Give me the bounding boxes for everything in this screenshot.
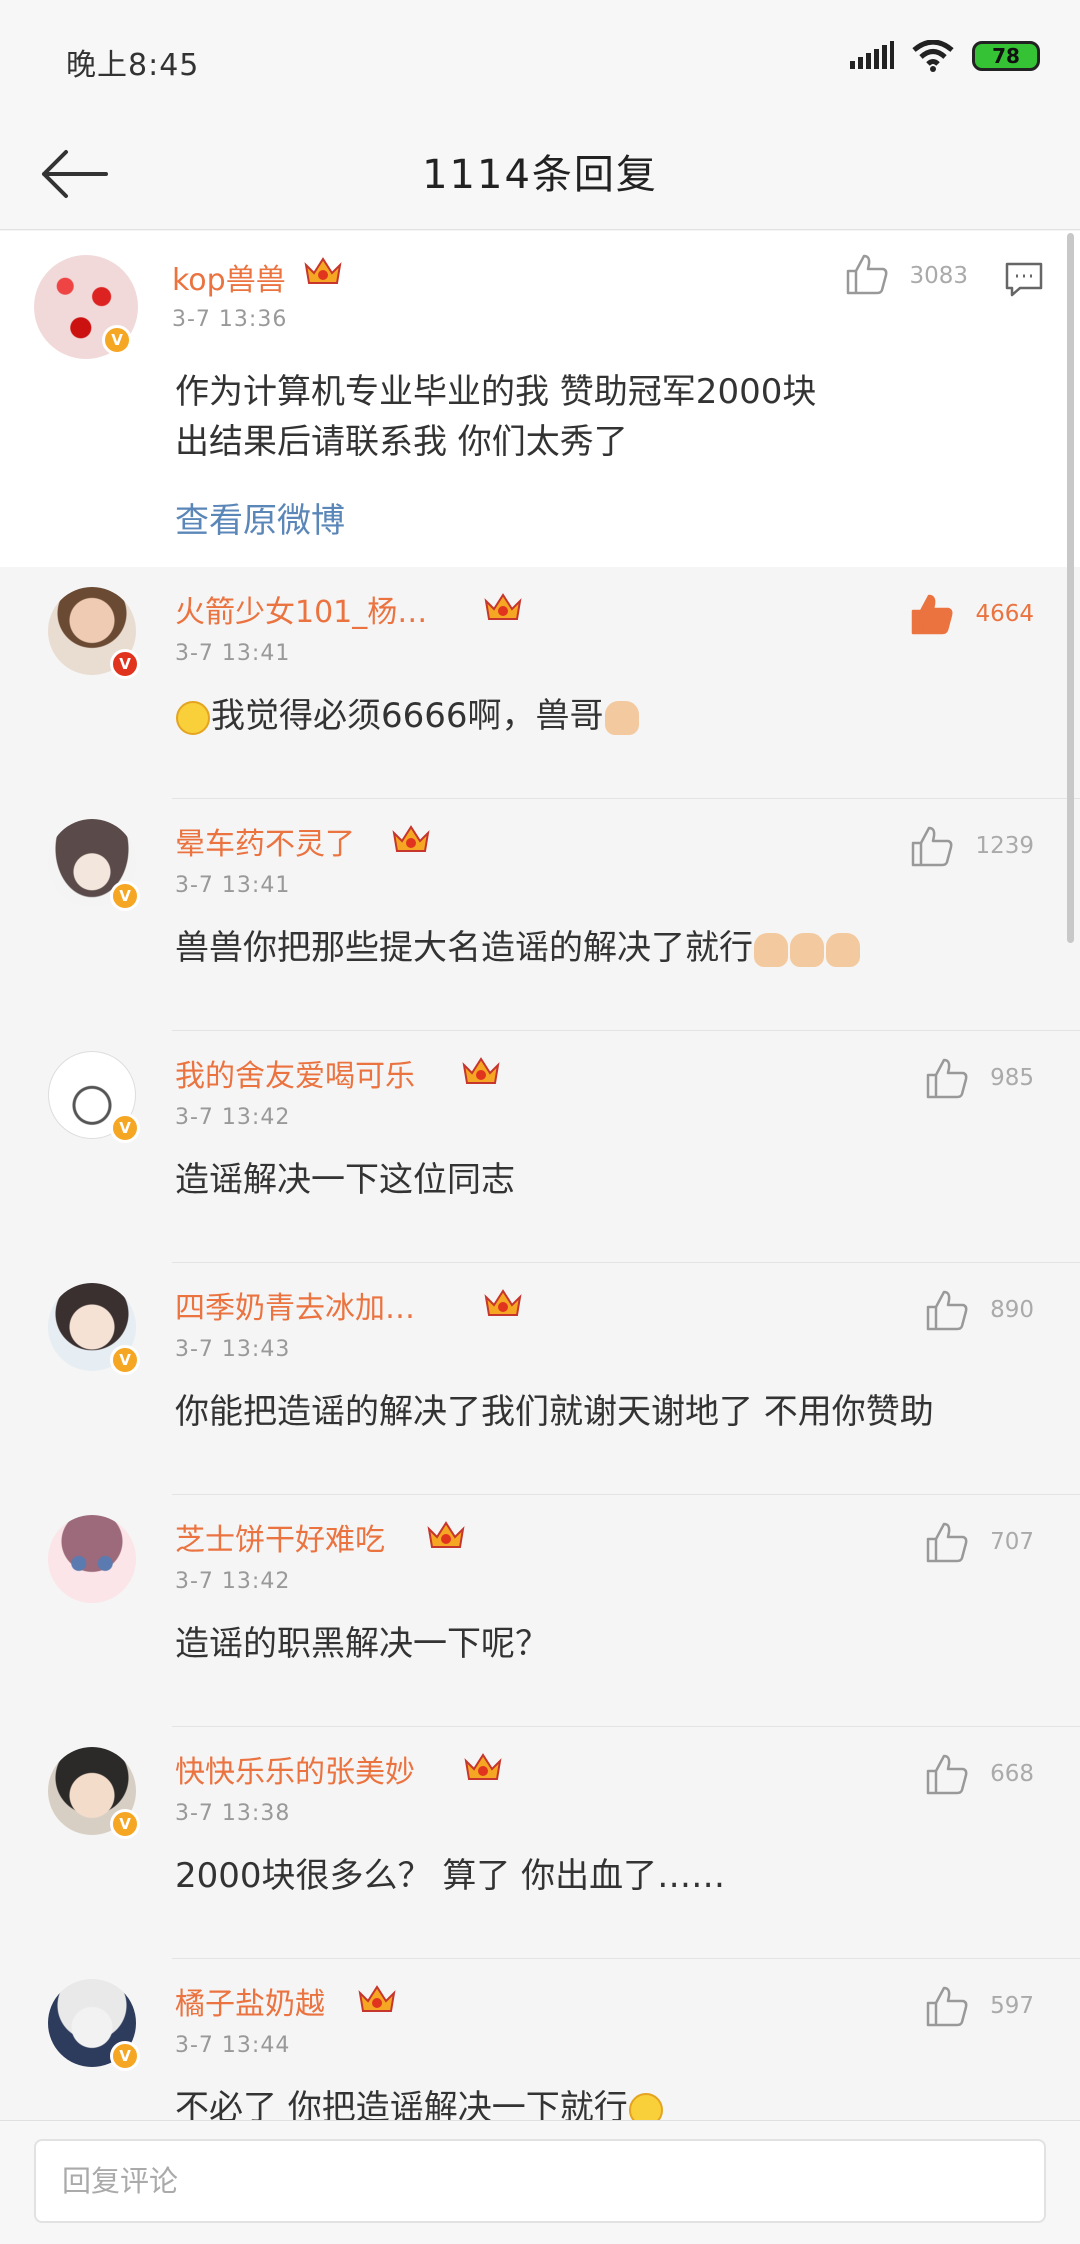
username[interactable]: 火箭少女101_杨… (175, 587, 427, 631)
comment-content: 我觉得必须6666啊，兽哥 (175, 691, 640, 741)
timestamp: 3-7 13:44 (175, 2033, 291, 2058)
battery-icon: 78 (972, 41, 1040, 71)
timestamp: 3-7 13:42 (175, 1569, 291, 1594)
page-title: 1114条回复 (422, 152, 658, 198)
emoji-icon (176, 700, 210, 735)
reply-input-bar (0, 2120, 1080, 2244)
like-count: 890 (990, 1297, 1034, 1323)
comment-text: 不必了 你把造谣解决一下就行 (175, 2088, 628, 2120)
comment-text: 兽兽你把那些提大名造谣的解决了就行 (175, 928, 753, 968)
verified-badge-icon: V (110, 2041, 140, 2071)
status-icons: 78 (850, 40, 1040, 72)
reply-item: V 晕车药不灵了 3-7 13:41 1239 兽兽你把那些提大名造谣的解决了就… (0, 799, 1080, 1031)
reply-item: 芝士饼干好难吃 3-7 13:42 707 造谣的职黑解决一下呢？ (0, 1495, 1080, 1727)
like-count: 985 (990, 1065, 1034, 1091)
reply-list[interactable]: V kop兽兽 3-7 13:36 3083 作为计算机专业毕业的我 赞助冠军2… (0, 231, 1080, 2120)
status-bar: 晚上8:45 78 (0, 0, 1080, 120)
comment-line: 作为计算机专业毕业的我 赞助冠军2000块 (175, 372, 817, 412)
comment-content: 兽兽你把那些提大名造谣的解决了就行 (175, 923, 861, 973)
username[interactable]: kop兽兽 (172, 255, 286, 299)
comment-icon[interactable] (1004, 261, 1044, 297)
comment-text: 我觉得必须6666啊，兽哥 (211, 696, 604, 736)
crown-icon (484, 593, 522, 620)
ok-hand-emoji-icon (604, 700, 639, 735)
reply-input[interactable] (34, 2139, 1046, 2223)
username[interactable]: 我的舍友爱喝可乐 (175, 1051, 415, 1095)
comment-text: 2000块很多么？ 算了 你出血了…… (175, 1856, 726, 1896)
like-count: 3083 (909, 263, 968, 289)
username[interactable]: 快快乐乐的张美妙 (175, 1747, 415, 1791)
avatar[interactable] (48, 1515, 136, 1603)
crown-icon (392, 825, 430, 852)
smile-emoji-icon (628, 2092, 663, 2120)
like-count: 1239 (975, 833, 1034, 859)
battery-level: 78 (992, 44, 1020, 68)
view-original-link[interactable]: 查看原微博 (175, 493, 345, 542)
scrollbar[interactable] (1067, 233, 1074, 943)
timestamp: 3-7 13:38 (175, 1801, 291, 1826)
verified-badge-icon: V (102, 325, 132, 355)
reply-item: V 四季奶青去冰加… 3-7 13:43 890 你能把造谣的解决了我们就谢天谢… (0, 1263, 1080, 1495)
reply-item: V 火箭少女101_杨… 3-7 13:41 4664 我觉得必须6666啊，兽… (0, 567, 1080, 799)
comment-content: 2000块很多么？ 算了 你出血了…… (175, 1851, 725, 1901)
username[interactable]: 芝士饼干好难吃 (175, 1515, 385, 1559)
crown-icon (462, 1057, 500, 1084)
verified-badge-icon: V (110, 881, 140, 911)
comment-content: 造谣解决一下这位同志 (175, 1155, 515, 1205)
like-count: 668 (990, 1761, 1034, 1787)
signal-icon (850, 41, 894, 69)
comment-line: 出结果后请联系我 你们太秀了 (175, 422, 628, 462)
like-count: 707 (990, 1529, 1034, 1555)
crown-icon (358, 1985, 396, 2012)
verified-badge-icon: V (110, 649, 140, 679)
verified-badge-icon: V (110, 1113, 140, 1143)
like-count: 4664 (975, 601, 1034, 627)
root-comment: V kop兽兽 3-7 13:36 3083 作为计算机专业毕业的我 赞助冠军2… (0, 231, 1080, 567)
comment-content: 不必了 你把造谣解决一下就行 (175, 2083, 664, 2120)
timestamp: 3-7 13:41 (175, 873, 291, 898)
crown-icon (484, 1289, 522, 1316)
comment-text: 你能把造谣的解决了我们就谢天谢地了 不用你赞助 (175, 1392, 934, 1432)
timestamp: 3-7 13:43 (175, 1337, 291, 1362)
wifi-icon (912, 40, 954, 72)
timestamp: 3-7 13:36 (172, 307, 288, 332)
comment-content: 作为计算机专业毕业的我 赞助冠军2000块 出结果后请联系我 你们太秀了 (175, 367, 816, 467)
praying-hands-emoji-icon (826, 932, 860, 967)
comment-text: 造谣解决一下这位同志 (175, 1160, 515, 1200)
timestamp: 3-7 13:42 (175, 1105, 291, 1130)
username[interactable]: 四季奶青去冰加… (175, 1283, 415, 1327)
like-count: 597 (990, 1993, 1034, 2019)
praying-hands-emoji-icon (754, 932, 788, 967)
reply-item: V 我的舍友爱喝可乐 3-7 13:42 985 造谣解决一下这位同志 (0, 1031, 1080, 1263)
comment-content: 造谣的职黑解决一下呢？ (175, 1619, 549, 1669)
top-bar: 1114条回复 (0, 120, 1080, 230)
crown-icon (427, 1521, 465, 1548)
username[interactable]: 橘子盐奶越 (175, 1979, 325, 2023)
verified-badge-icon: V (110, 1809, 140, 1839)
comment-text: 造谣的职黑解决一下呢？ (175, 1624, 549, 1664)
status-time: 晚上8:45 (66, 48, 200, 83)
crown-icon (304, 257, 342, 284)
verified-badge-icon: V (110, 1345, 140, 1375)
reply-item: V 快快乐乐的张美妙 3-7 13:38 668 2000块很多么？ 算了 你出… (0, 1727, 1080, 1959)
reply-item: V 橘子盐奶越 3-7 13:44 597 不必了 你把造谣解决一下就行 (0, 1959, 1080, 2120)
timestamp: 3-7 13:41 (175, 641, 291, 666)
praying-hands-emoji-icon (790, 932, 824, 967)
crown-icon (464, 1753, 502, 1780)
comment-content: 你能把造谣的解决了我们就谢天谢地了 不用你赞助 (175, 1387, 934, 1437)
username[interactable]: 晕车药不灵了 (175, 819, 355, 863)
